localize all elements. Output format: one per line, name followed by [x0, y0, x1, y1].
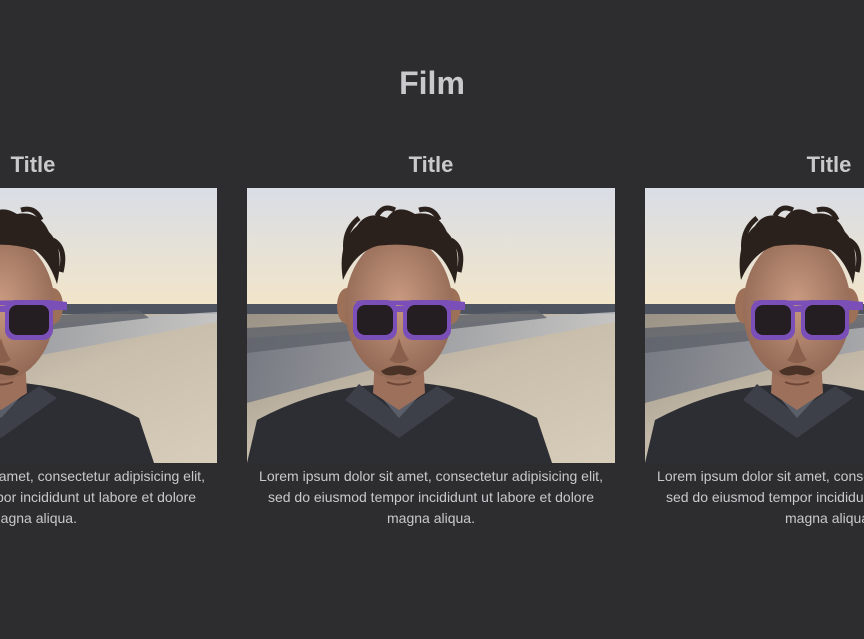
page-title: Film: [0, 64, 864, 102]
photo-carousel[interactable]: Title: [0, 150, 864, 550]
card-title: Title: [0, 150, 217, 188]
card-caption: Lorem ipsum dolor sit amet, consectetur …: [645, 466, 864, 529]
film-page: Film Title: [0, 0, 864, 639]
card-photo[interactable]: [247, 188, 615, 463]
card-photo[interactable]: [0, 188, 217, 463]
beach-selfie-image: [247, 188, 615, 463]
card-caption: Lorem ipsum dolor sit amet, consectetur …: [0, 466, 217, 529]
card-caption: Lorem ipsum dolor sit amet, consectetur …: [247, 466, 615, 529]
carousel-card[interactable]: Title: [645, 150, 864, 529]
card-photo[interactable]: [645, 188, 864, 463]
beach-selfie-image: [645, 188, 864, 463]
card-title: Title: [645, 150, 864, 188]
beach-selfie-image: [0, 188, 217, 463]
carousel-card[interactable]: Title: [0, 150, 217, 529]
carousel-card[interactable]: Title: [247, 150, 615, 529]
card-title: Title: [247, 150, 615, 188]
